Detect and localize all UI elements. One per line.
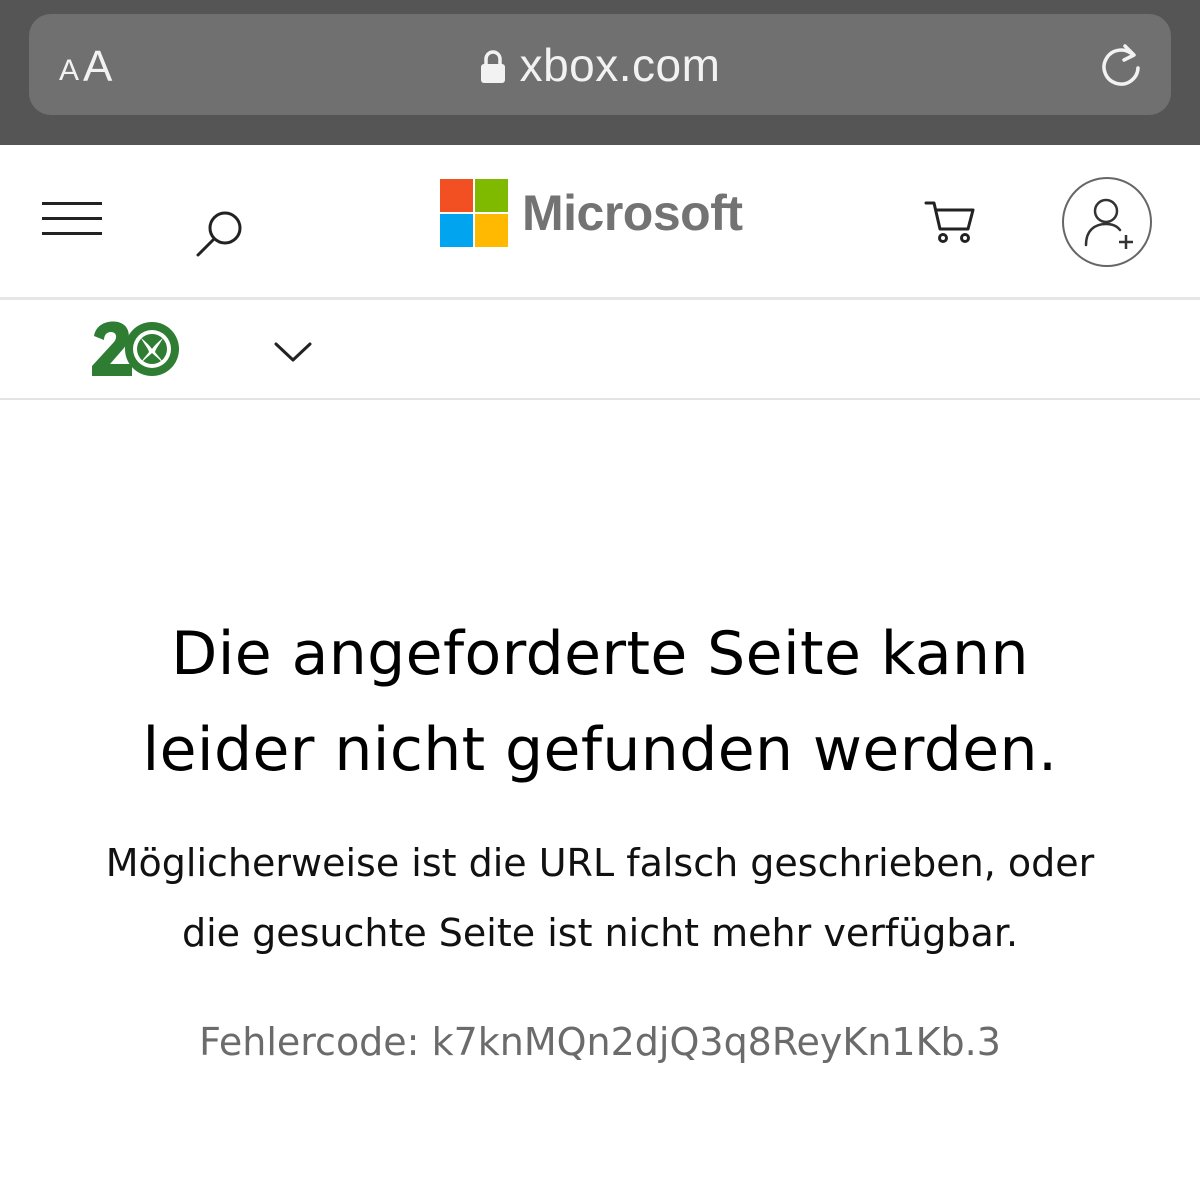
error-message-line-1: Möglicherweise ist die URL falsch geschr… [105,841,1095,885]
microsoft-logo[interactable]: Microsoft [440,179,743,247]
xbox-20-anniversary-logo[interactable] [90,318,186,380]
microsoft-wordmark: Microsoft [522,185,743,241]
address-bar[interactable]: A A xbox.com [29,14,1171,115]
xbox-sub-nav [0,300,1200,400]
reload-icon[interactable] [1097,40,1145,88]
cart-icon[interactable] [924,197,976,245]
error-title-line-1: Die angeforderte Seite kann [171,619,1029,689]
error-title: Die angeforderte Seite kann leider nicht… [60,606,1140,798]
microsoft-logo-icon [440,179,508,247]
url-display[interactable]: xbox.com [29,14,1171,115]
error-page-content: Die angeforderte Seite kann leider nicht… [0,400,1200,1190]
chevron-down-icon[interactable] [272,338,314,366]
lock-icon [480,49,505,83]
sign-in-button[interactable] [1062,177,1152,267]
url-text: xbox.com [519,38,721,91]
error-message: Möglicherweise ist die URL falsch geschr… [40,828,1160,968]
search-icon[interactable] [194,207,246,259]
error-title-line-2: leider nicht gefunden werden. [142,715,1058,785]
browser-toolbar: A A xbox.com [0,0,1200,145]
site-header: Microsoft [0,145,1200,300]
hamburger-icon[interactable] [42,202,102,236]
error-code: Fehlercode: k7knMQn2djQ3q8ReyKn1Kb.3 [199,1020,1001,1064]
add-user-icon [1084,198,1133,249]
error-message-line-2: die gesuchte Seite ist nicht mehr verfüg… [181,911,1019,955]
